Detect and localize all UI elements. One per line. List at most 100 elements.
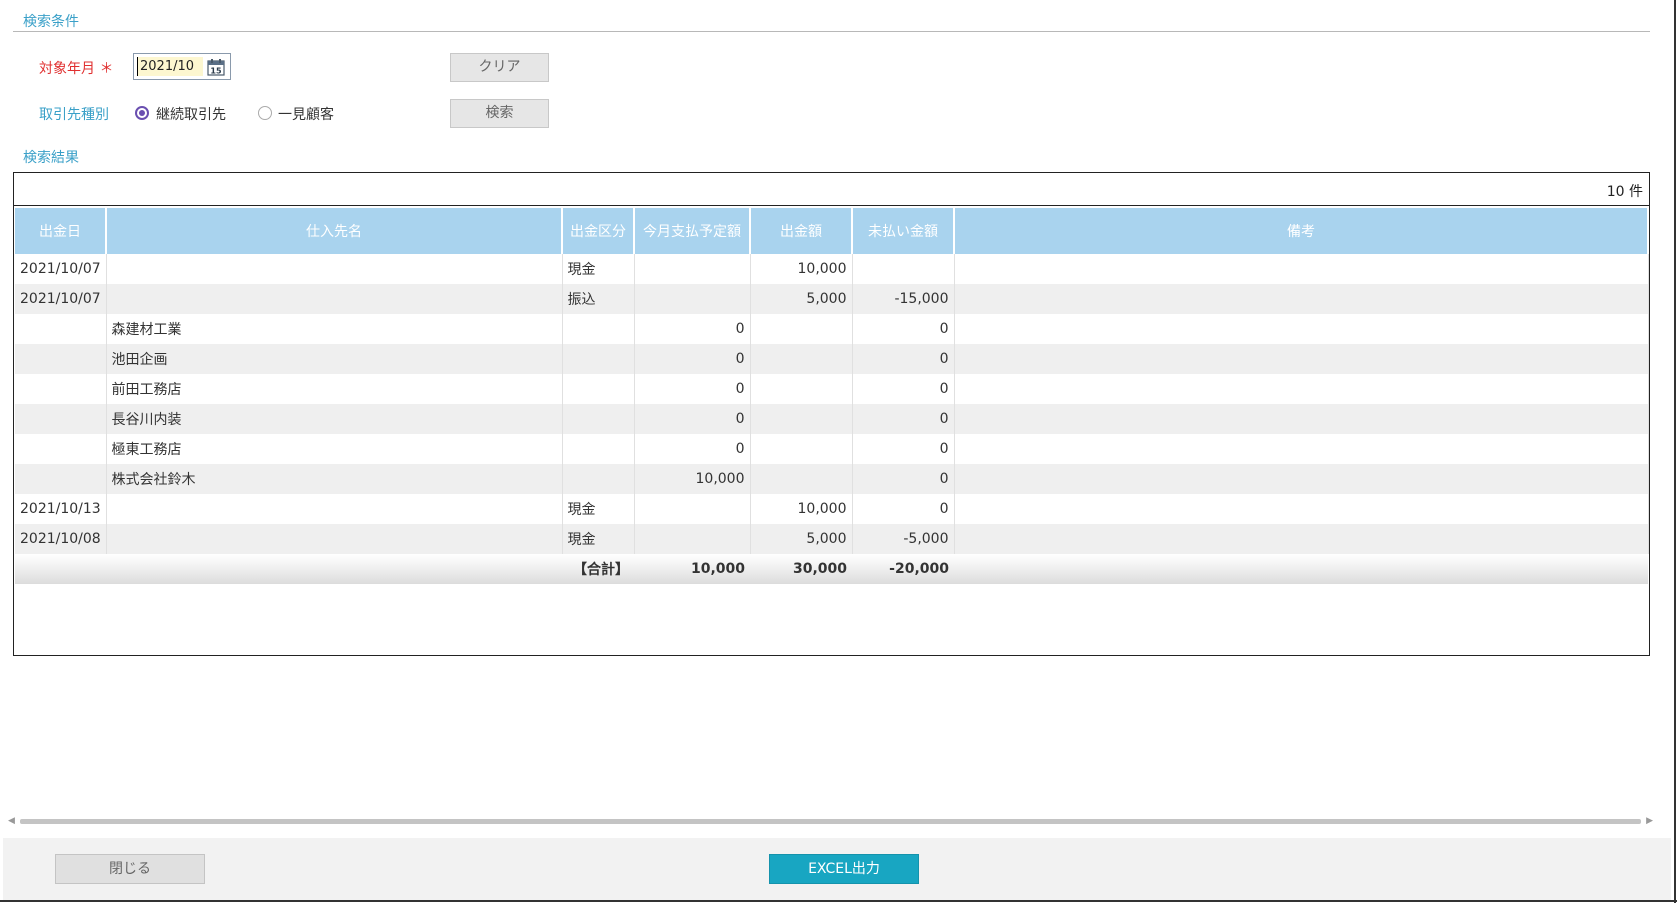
table-row[interactable]: 2021/10/13 現金 10,000 0 — [15, 494, 1649, 524]
cell-type — [562, 434, 635, 464]
column-header-supplier[interactable]: 仕入先名 — [106, 208, 563, 254]
cell-type — [562, 314, 635, 344]
cell-paid — [750, 404, 853, 434]
cell-unpaid: 0 — [852, 494, 955, 524]
cell-planned: 0 — [634, 374, 751, 404]
cell-date — [15, 434, 107, 464]
table-row[interactable]: 2021/10/07 現金 10,000 — [15, 254, 1649, 284]
cell-supplier: 森建材工業 — [106, 314, 563, 344]
scrollbar-thumb[interactable] — [20, 819, 1641, 824]
total-planned: 10,000 — [634, 554, 750, 584]
cell-paid — [750, 464, 853, 494]
cell-note — [954, 464, 1649, 494]
calendar-icon[interactable]: 15 — [207, 58, 225, 76]
result-count: 10 件 — [1606, 184, 1643, 200]
radio-continuous-label[interactable]: 継続取引先 — [156, 104, 226, 124]
scroll-right-icon[interactable]: ▶ — [1646, 815, 1653, 827]
cell-supplier — [106, 284, 563, 314]
window-bottom-border — [0, 900, 1677, 902]
scroll-left-icon[interactable]: ◀ — [8, 815, 15, 827]
cell-unpaid: 0 — [852, 434, 955, 464]
partner-type-label: 取引先種別 — [39, 107, 109, 123]
radio-walkin-label[interactable]: 一見顧客 — [278, 104, 334, 124]
cell-planned — [634, 494, 751, 524]
cell-supplier: 前田工務店 — [106, 374, 563, 404]
cell-unpaid: -5,000 — [852, 524, 955, 554]
table-row[interactable]: 森建材工業 0 0 — [15, 314, 1649, 344]
target-month-input[interactable]: 2021/10 15 — [133, 53, 231, 80]
table-row[interactable]: 2021/10/08 現金 5,000 -5,000 — [15, 524, 1649, 554]
cell-date — [15, 344, 107, 374]
table-row[interactable]: 株式会社鈴木 10,000 0 — [15, 464, 1649, 494]
horizontal-scrollbar[interactable]: ◀ ▶ — [8, 815, 1653, 827]
cell-unpaid: 0 — [852, 464, 955, 494]
cell-paid — [750, 434, 853, 464]
column-header-planned[interactable]: 今月支払予定額 — [634, 208, 751, 254]
svg-text:15: 15 — [210, 67, 222, 76]
cell-note — [954, 254, 1649, 284]
cell-planned: 0 — [634, 344, 751, 374]
cell-type — [562, 344, 635, 374]
total-blank — [954, 554, 1648, 584]
excel-export-button[interactable]: EXCEL出力 — [769, 854, 919, 884]
cell-planned — [634, 254, 751, 284]
window-right-border — [1674, 0, 1676, 903]
footer-bar: 閉じる EXCEL出力 — [3, 838, 1671, 900]
cell-type: 現金 — [562, 524, 635, 554]
cell-supplier: 株式会社鈴木 — [106, 464, 563, 494]
cell-type — [562, 374, 635, 404]
column-header-unpaid[interactable]: 未払い金額 — [852, 208, 955, 254]
close-button[interactable]: 閉じる — [55, 854, 205, 884]
table-row[interactable]: 2021/10/07 振込 5,000 -15,000 — [15, 284, 1649, 314]
cell-note — [954, 494, 1649, 524]
total-row: 【合計】 10,000 30,000 -20,000 — [15, 554, 1648, 584]
table-row[interactable]: 池田企画 0 0 — [15, 344, 1649, 374]
cell-type: 現金 — [562, 254, 635, 284]
cell-supplier — [106, 254, 563, 284]
table-row[interactable]: 長谷川内装 0 0 — [15, 404, 1649, 434]
cell-planned: 0 — [634, 314, 751, 344]
search-button[interactable]: 検索 — [450, 99, 549, 128]
clear-button[interactable]: クリア — [450, 53, 549, 82]
cell-paid: 5,000 — [750, 524, 853, 554]
cell-date: 2021/10/07 — [15, 254, 107, 284]
results-table: 出金日 仕入先名 出金区分 今月支払予定額 出金額 未払い金額 備考 2021/… — [15, 208, 1649, 584]
cell-planned: 10,000 — [634, 464, 751, 494]
target-month-value[interactable]: 2021/10 — [137, 57, 203, 76]
cell-type — [562, 464, 635, 494]
results-section-title: 検索結果 — [23, 150, 79, 166]
cell-planned: 0 — [634, 404, 751, 434]
total-blank — [106, 554, 562, 584]
cell-planned — [634, 284, 751, 314]
radio-continuous-partner[interactable] — [135, 106, 149, 120]
cell-unpaid: 0 — [852, 374, 955, 404]
cell-supplier: 長谷川内装 — [106, 404, 563, 434]
cell-note — [954, 524, 1649, 554]
cell-date — [15, 314, 107, 344]
cell-date — [15, 464, 107, 494]
target-month-label: 対象年月 ＊ — [39, 58, 113, 78]
total-blank — [15, 554, 106, 584]
cell-planned — [634, 524, 751, 554]
column-header-date[interactable]: 出金日 — [15, 208, 107, 254]
cell-note — [954, 344, 1649, 374]
table-row[interactable]: 前田工務店 0 0 — [15, 374, 1649, 404]
cell-type: 振込 — [562, 284, 635, 314]
table-row[interactable]: 極東工務店 0 0 — [15, 434, 1649, 464]
column-header-note[interactable]: 備考 — [954, 208, 1649, 254]
cell-date: 2021/10/13 — [15, 494, 107, 524]
radio-walkin-customer[interactable] — [258, 106, 272, 120]
cell-type — [562, 404, 635, 434]
column-header-paid[interactable]: 出金額 — [750, 208, 853, 254]
cell-date: 2021/10/08 — [15, 524, 107, 554]
cell-note — [954, 404, 1649, 434]
cell-paid: 5,000 — [750, 284, 853, 314]
cell-date: 2021/10/07 — [15, 284, 107, 314]
cell-supplier — [106, 524, 563, 554]
cell-unpaid — [852, 254, 955, 284]
cell-paid — [750, 374, 853, 404]
column-header-type[interactable]: 出金区分 — [562, 208, 635, 254]
required-mark: ＊ — [99, 61, 114, 77]
total-paid: 30,000 — [750, 554, 852, 584]
count-divider — [14, 205, 1649, 206]
